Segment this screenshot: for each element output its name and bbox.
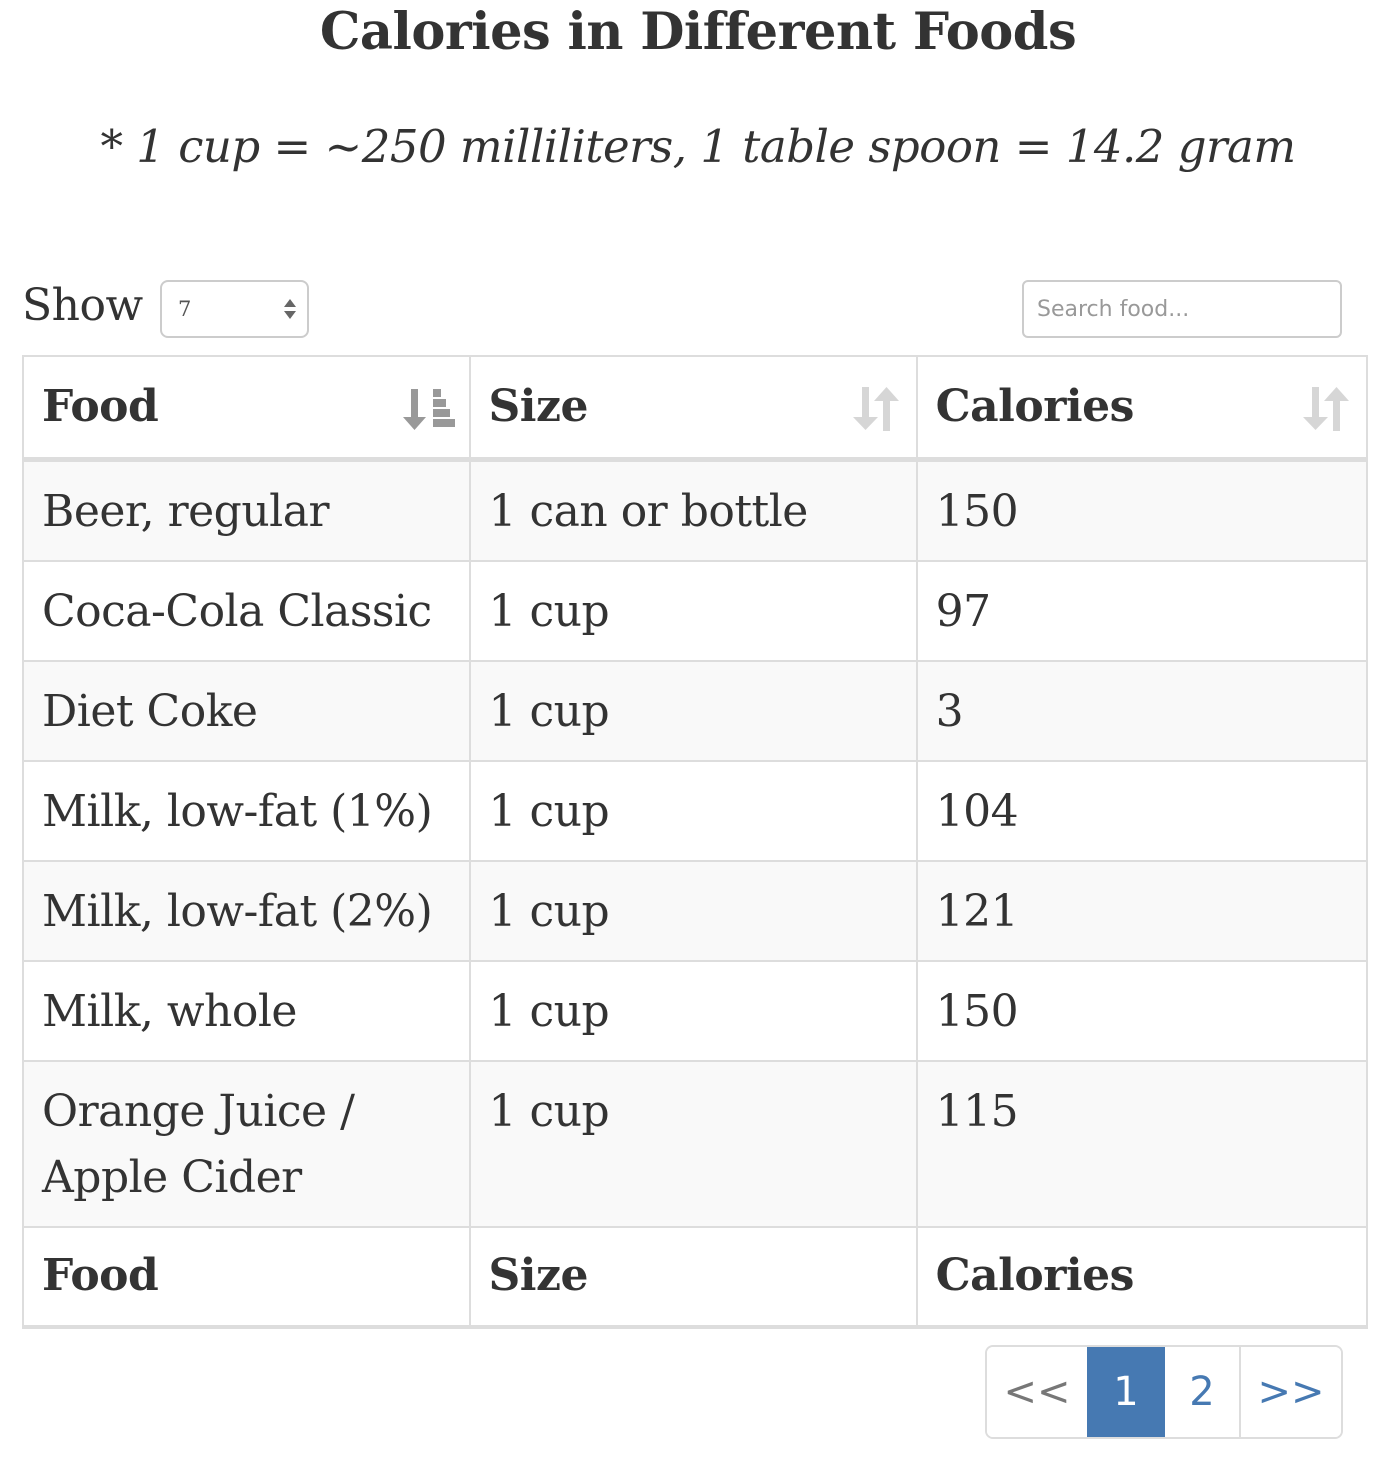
table-row: Milk, low-fat (2%) 1 cup 121	[22, 860, 1369, 962]
pagination: << 1 2 >>	[985, 1345, 1343, 1439]
table-header-row: Food Size Calories	[22, 355, 1369, 462]
cell-food: Orange Juice / Apple Cider	[22, 1060, 471, 1228]
prev-page-button[interactable]: <<	[987, 1347, 1087, 1437]
cell-calories: 150	[915, 458, 1369, 562]
cell-size: 1 cup	[468, 560, 918, 662]
search-input[interactable]	[1022, 280, 1342, 338]
footer-size: Size	[468, 1226, 918, 1329]
show-label: Show	[22, 280, 143, 331]
cell-calories: 115	[915, 1060, 1369, 1228]
sort-both-icon[interactable]	[850, 385, 902, 433]
table-row: Diet Coke 1 cup 3	[22, 660, 1369, 762]
table-row: Coca-Cola Classic 1 cup 97	[22, 560, 1369, 662]
cell-food: Diet Coke	[22, 660, 471, 762]
page-1-button[interactable]: 1	[1087, 1347, 1165, 1437]
next-page-button[interactable]: >>	[1239, 1347, 1341, 1437]
page-2-button[interactable]: 2	[1165, 1347, 1239, 1437]
column-header-calories[interactable]: Calories	[915, 355, 1369, 462]
footer-food: Food	[22, 1226, 471, 1329]
cell-size: 1 cup	[468, 660, 918, 762]
cell-size: 1 cup	[468, 1060, 918, 1228]
cell-food: Milk, low-fat (2%)	[22, 860, 471, 962]
cell-food: Milk, whole	[22, 960, 471, 1062]
cell-food: Beer, regular	[22, 458, 471, 562]
cell-calories: 104	[915, 760, 1369, 862]
cell-calories: 150	[915, 960, 1369, 1062]
column-header-food[interactable]: Food	[22, 355, 471, 462]
page-title: Calories in Different Foods	[319, 2, 1077, 62]
cell-calories: 121	[915, 860, 1369, 962]
cell-calories: 3	[915, 660, 1369, 762]
cell-size: 1 can or bottle	[468, 458, 918, 562]
cell-food: Coca-Cola Classic	[22, 560, 471, 662]
cell-size: 1 cup	[468, 960, 918, 1062]
cell-calories: 97	[915, 560, 1369, 662]
column-header-label: Calories	[935, 381, 1135, 432]
table-row: Milk, whole 1 cup 150	[22, 960, 1369, 1062]
cell-size: 1 cup	[468, 760, 918, 862]
table-footer-row: Food Size Calories	[22, 1226, 1369, 1329]
page-size-select[interactable]: 7	[160, 280, 309, 338]
cell-size: 1 cup	[468, 860, 918, 962]
page-subtitle: * 1 cup = ~250 milliliters, 1 table spoo…	[100, 120, 1296, 173]
page-size-value: 7	[178, 297, 192, 321]
table-row: Milk, low-fat (1%) 1 cup 104	[22, 760, 1369, 862]
sort-both-icon[interactable]	[1300, 385, 1352, 433]
table-row: Orange Juice / Apple Cider 1 cup 115	[22, 1060, 1369, 1228]
food-table: Food Size Calories Beer, regular 1 can o…	[22, 355, 1369, 1329]
sort-amount-down-icon[interactable]	[402, 385, 455, 433]
column-header-label: Food	[42, 381, 159, 432]
column-header-size[interactable]: Size	[468, 355, 918, 462]
select-updown-icon	[284, 299, 296, 319]
column-header-label: Size	[488, 381, 589, 432]
cell-food: Milk, low-fat (1%)	[22, 760, 471, 862]
footer-calories: Calories	[915, 1226, 1369, 1329]
table-row: Beer, regular 1 can or bottle 150	[22, 458, 1369, 562]
